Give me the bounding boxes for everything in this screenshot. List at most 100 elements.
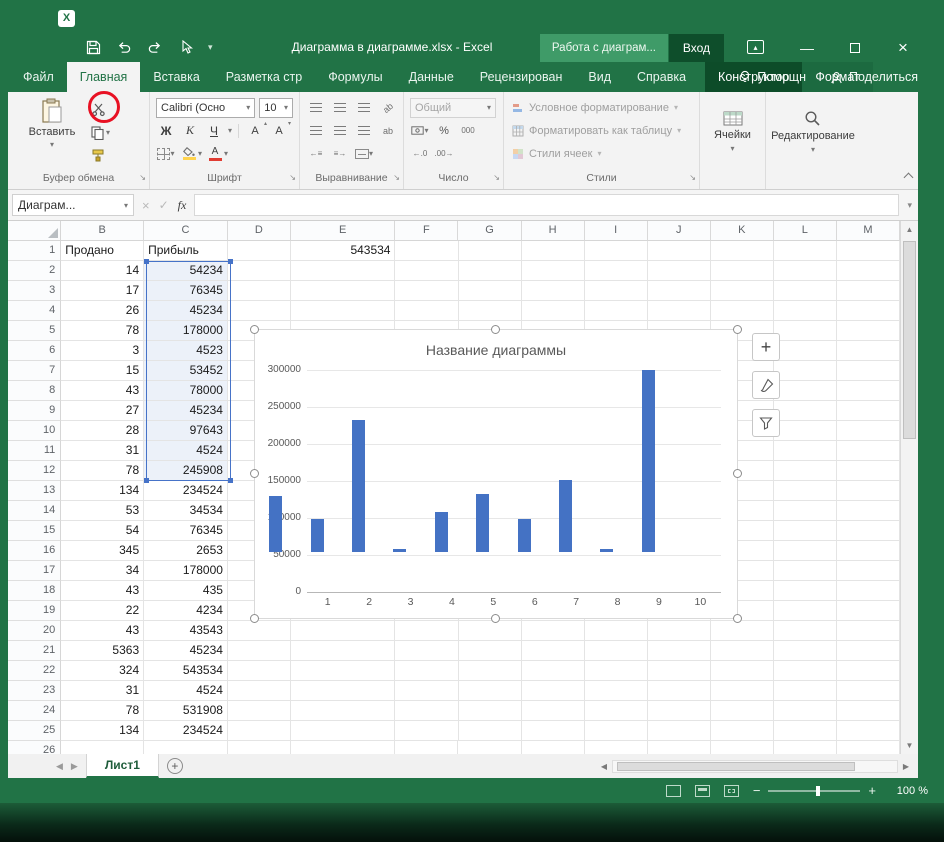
cell-C15[interactable]: 76345 [144,521,228,541]
cell-B9[interactable]: 27 [61,401,145,421]
comma-style-button[interactable]: 000 [458,121,478,141]
row-header-4[interactable]: 4 [8,301,62,321]
cell-L6[interactable] [773,341,837,361]
tab-Справка[interactable]: Справка [624,62,699,92]
formula-input[interactable] [194,194,900,216]
cell-M9[interactable] [836,401,900,421]
cell-I20[interactable] [584,621,648,641]
row-header-18[interactable]: 18 [8,581,62,601]
cell-C6[interactable]: 4523 [144,341,228,361]
page-break-preview-button[interactable] [723,784,739,797]
cell-B16[interactable]: 345 [61,541,145,561]
cells-button[interactable]: Ячейки ▾ [714,111,751,153]
cell-B7[interactable]: 15 [61,361,145,381]
cell-C26[interactable] [144,741,228,754]
decrease-decimal-button[interactable]: .00→ [434,144,454,164]
tab-Файл[interactable]: Файл [10,62,67,92]
align-top-button[interactable] [306,98,326,118]
alignment-dialog-launcher[interactable]: ↘ [393,170,400,185]
sheet-nav-right-button[interactable]: ▶ [71,761,78,772]
tab-Данные[interactable]: Данные [396,62,467,92]
cell-I24[interactable] [584,701,648,721]
cell-M25[interactable] [836,721,900,741]
cell-E4[interactable] [291,301,396,321]
cell-J3[interactable] [647,281,711,301]
cell-C10[interactable]: 97643 [144,421,228,441]
cell-C9[interactable]: 45234 [144,401,228,421]
cell-D4[interactable] [227,301,291,321]
cell-L13[interactable] [773,481,837,501]
cell-M21[interactable] [836,641,900,661]
chart-resize-handle[interactable] [491,614,500,623]
chart-bar-7[interactable] [517,519,531,552]
cell-I4[interactable] [584,301,648,321]
align-bottom-button[interactable] [354,98,374,118]
bold-button[interactable]: Ж [156,121,176,141]
cell-E23[interactable] [291,681,396,701]
cell-M12[interactable] [836,461,900,481]
cell-J25[interactable] [647,721,711,741]
cell-E2[interactable] [291,261,396,281]
cell-G24[interactable] [458,701,522,721]
cell-C16[interactable]: 2653 [144,541,228,561]
cell-M17[interactable] [836,561,900,581]
cell-C19[interactable]: 4234 [144,601,228,621]
row-header-10[interactable]: 10 [8,421,62,441]
cell-L5[interactable] [773,321,837,341]
cell-L14[interactable] [773,501,837,521]
cell-J22[interactable] [647,661,711,681]
sheet-tab-list1[interactable]: Лист1 [85,754,159,778]
cell-C17[interactable]: 178000 [144,561,228,581]
row-header-7[interactable]: 7 [8,361,62,381]
cell-L24[interactable] [773,701,837,721]
column-header-F[interactable]: F [395,221,459,241]
chart-resize-handle[interactable] [733,614,742,623]
cell-J4[interactable] [647,301,711,321]
cell-D23[interactable] [227,681,291,701]
cell-G4[interactable] [458,301,522,321]
row-header-3[interactable]: 3 [8,281,62,301]
cell-H20[interactable] [521,621,585,641]
cell-B15[interactable]: 54 [61,521,145,541]
chart-bar-10[interactable] [641,370,655,552]
cell-L4[interactable] [773,301,837,321]
font-color-button[interactable]: А ▾ [206,144,228,164]
clipboard-dialog-launcher[interactable]: ↘ [139,170,146,185]
cell-styles-button[interactable]: Стили ячеек ▾ [504,142,699,165]
row-header-21[interactable]: 21 [8,641,62,661]
cell-M26[interactable] [837,741,900,754]
cell-G20[interactable] [458,621,522,641]
format-as-table-button[interactable]: Форматировать как таблицу ▾ [504,119,699,142]
name-box[interactable]: Диаграм... ▾ [12,194,134,216]
row-header-12[interactable]: 12 [8,461,62,481]
cell-E26[interactable] [291,741,396,754]
cell-B18[interactable]: 43 [61,581,145,601]
scroll-down-button[interactable]: ▼ [901,737,918,754]
row-header-6[interactable]: 6 [8,341,62,361]
cell-M5[interactable] [836,321,900,341]
cell-C21[interactable]: 45234 [144,641,228,661]
cell-L8[interactable] [773,381,837,401]
chart-resize-handle[interactable] [733,325,742,334]
cell-D2[interactable] [227,261,291,281]
insert-function-button[interactable]: fx [178,198,187,213]
cell-L2[interactable] [773,261,837,281]
cell-F1[interactable] [395,241,459,261]
chart-filters-button[interactable] [752,409,780,437]
cell-L1[interactable] [773,241,837,261]
cell-K2[interactable] [710,261,774,281]
cell-H21[interactable] [521,641,585,661]
cell-C20[interactable]: 43543 [144,621,228,641]
font-size-select[interactable]: 10 ▾ [259,97,293,118]
cell-G23[interactable] [458,681,522,701]
cell-F26[interactable] [395,741,459,754]
font-dialog-launcher[interactable]: ↘ [289,170,296,185]
vertical-scroll-thumb[interactable] [903,241,916,439]
paste-button[interactable]: Вставить ▾ [28,96,76,171]
editing-button[interactable]: Редактирование ▾ [771,110,855,154]
name-box-caret[interactable]: ▾ [124,201,128,210]
cell-I25[interactable] [584,721,648,741]
cell-K4[interactable] [710,301,774,321]
app-icon[interactable]: X [58,10,75,27]
cell-J2[interactable] [647,261,711,281]
